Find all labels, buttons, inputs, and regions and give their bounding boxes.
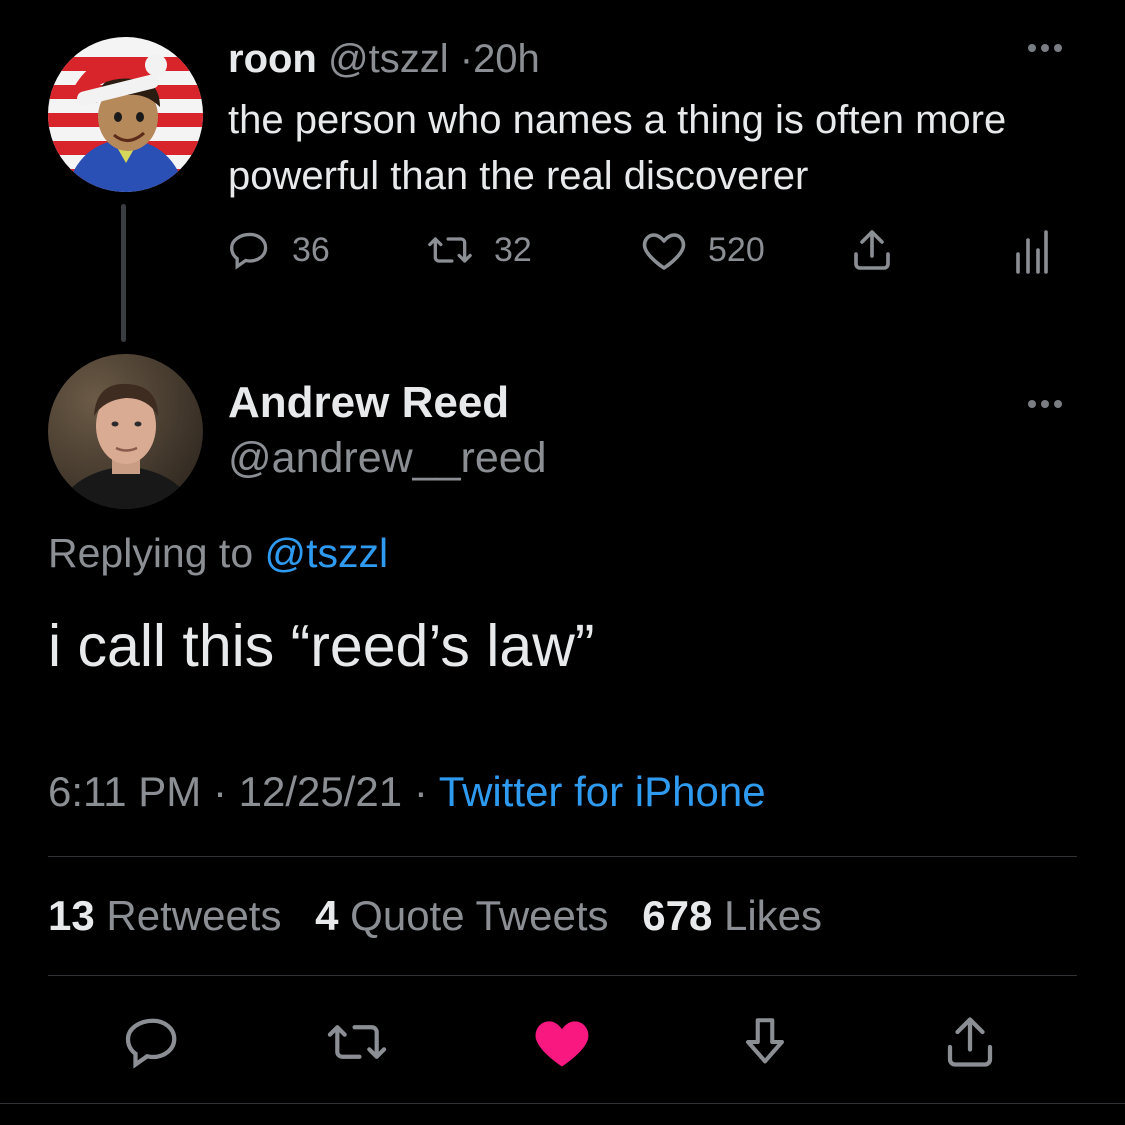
retweet-button[interactable]	[317, 1002, 397, 1082]
quote-tweets-count: 4	[315, 892, 339, 939]
download-icon	[746, 1018, 784, 1064]
retweet-icon	[428, 237, 472, 263]
parent-tweet-text: the person who names a thing is often mo…	[228, 98, 1007, 198]
more-icon	[1028, 400, 1062, 408]
replying-to-label: Replying to	[48, 530, 254, 576]
parent-separator: ·	[459, 37, 474, 81]
retweets-stat[interactable]: 13 Retweets	[48, 892, 281, 939]
parent-share-button[interactable]	[848, 226, 896, 274]
tweet-action-bar	[0, 1002, 1125, 1082]
likes-label: Likes	[723, 892, 823, 939]
parent-reply-button[interactable]: 36	[228, 228, 330, 272]
thread-connector-line	[121, 204, 126, 342]
likes-count: 678	[642, 892, 713, 939]
quote-tweets-label: Quote Tweets	[350, 892, 609, 939]
like-button[interactable]	[522, 1002, 602, 1082]
parent-retweet-count: 32	[494, 230, 532, 269]
profile-photo-image	[48, 354, 203, 509]
share-button[interactable]	[930, 1002, 1010, 1082]
parent-analytics-button[interactable]	[1012, 230, 1052, 274]
more-icon	[1028, 44, 1062, 52]
like-icon	[642, 233, 686, 270]
reply-tweet-text: i call this “reed’s law”	[48, 613, 595, 679]
share-icon	[854, 230, 890, 270]
reply-icon	[125, 1018, 177, 1069]
reply-display-name[interactable]: Andrew Reed	[228, 378, 509, 428]
share-icon	[947, 1017, 993, 1067]
divider	[48, 975, 1077, 976]
retweets-label: Retweets	[106, 892, 282, 939]
tweet-time[interactable]: 6:11 PM	[48, 768, 201, 815]
liked-heart-icon	[535, 1021, 589, 1067]
meta-separator: ·	[212, 768, 227, 815]
retweet-icon	[327, 1025, 387, 1059]
parent-tweet-header: roon @tszzl ·20h	[228, 36, 540, 82]
parent-display-name[interactable]: roon	[228, 37, 317, 81]
parent-like-button[interactable]: 520	[640, 228, 765, 272]
meta-separator: ·	[413, 768, 428, 815]
reply-handle[interactable]: @andrew__reed	[228, 434, 547, 483]
parent-retweet-button[interactable]: 32	[426, 228, 532, 272]
replying-to-line: Replying to @tszzl	[48, 530, 388, 577]
tweet-source-link[interactable]: Twitter for iPhone	[439, 768, 766, 815]
parent-avatar[interactable]	[48, 37, 203, 192]
reply-avatar[interactable]	[48, 354, 203, 509]
reply-button[interactable]	[113, 1002, 193, 1082]
bookmark-download-button[interactable]	[725, 1002, 805, 1082]
tweet-date[interactable]: 12/25/21	[239, 768, 403, 815]
divider	[48, 856, 1077, 857]
divider	[0, 1103, 1125, 1104]
reply-more-button[interactable]	[1028, 400, 1062, 408]
parent-age[interactable]: 20h	[473, 37, 540, 81]
tweet-meta: 6:11 PM · 12/25/21 · Twitter for iPhone	[48, 768, 766, 816]
likes-stat[interactable]: 678 Likes	[642, 892, 822, 939]
parent-handle[interactable]: @tszzl	[328, 37, 449, 81]
analytics-icon	[1016, 230, 1048, 274]
parent-more-button[interactable]	[1028, 44, 1062, 52]
replying-to-handle-link[interactable]: @tszzl	[265, 530, 389, 576]
parent-reply-count: 36	[292, 230, 330, 269]
parent-like-count: 520	[708, 230, 765, 269]
retweets-count: 13	[48, 892, 95, 939]
cartoon-avatar-image	[48, 37, 203, 192]
quote-tweets-stat[interactable]: 4 Quote Tweets	[315, 892, 608, 939]
reply-icon	[230, 232, 268, 270]
tweet-stats: 13 Retweets 4 Quote Tweets 678 Likes	[48, 892, 822, 940]
